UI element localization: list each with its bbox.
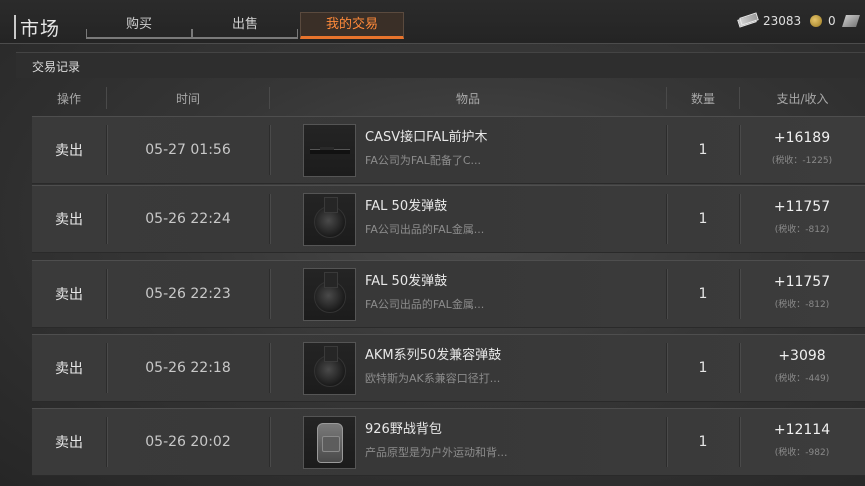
drum-magazine-icon [303,342,356,395]
table-row[interactable]: 卖出 05-26 20:02 926野战背包 产品原型是为户外运动和背... 1… [32,408,865,476]
income-amount: +11757 [773,199,831,215]
tab-my-trades[interactable]: 我的交易 [300,12,404,39]
item-description: 欧特斯为AK系兼容口径打... [365,372,501,385]
tab-sell-label: 出售 [231,17,258,32]
row-time: 05-26 20:02 [107,409,269,475]
item-description: FA公司出品的FAL金属... [365,298,485,311]
row-divider [269,194,270,244]
trade-time: 05-26 20:02 [145,434,231,450]
add-currency-icon[interactable] [841,15,860,27]
trade-time: 05-26 22:18 [145,360,231,376]
backpack-icon [303,416,356,469]
coin-balance: 0 [810,12,860,30]
item-description: FA公司出品的FAL金属... [365,223,485,236]
row-quantity: 1 [667,335,739,401]
coin-icon [810,15,822,27]
column-item: 物品 [455,92,480,106]
tax-amount: (税收：-812) [774,225,830,235]
tab-my-trades-label: 我的交易 [325,17,378,32]
row-divider [269,417,270,467]
operation-label: 卖出 [55,212,83,228]
row-quantity: 1 [667,117,739,183]
page-title: 市场 [20,18,61,40]
operation-label: 卖出 [55,287,83,303]
quantity-value: 1 [698,360,708,376]
trade-time: 05-26 22:24 [145,211,231,227]
item-name: FAL 50发弹鼓 [365,199,448,214]
quantity-value: 1 [698,434,708,450]
tax-amount: (税收：-449) [774,374,830,384]
quantity-value: 1 [698,286,708,302]
drum-magazine-icon [303,193,356,246]
row-quantity: 1 [667,186,739,252]
table-row[interactable]: 卖出 05-27 01:56 CASV接口FAL前护木 FA公司为FAL配备了C… [32,116,865,184]
column-headers: 操作 时间 物品 数量 支出/收入 [32,84,865,112]
coin-amount: 0 [828,14,836,28]
table-row[interactable]: 卖出 05-26 22:18 AKM系列50发兼容弹鼓 欧特斯为AK系兼容口径打… [32,334,865,402]
table-row[interactable]: 卖出 05-26 22:24 FAL 50发弹鼓 FA公司出品的FAL金属...… [32,185,865,253]
row-time: 05-26 22:24 [107,186,269,252]
item-name: FAL 50发弹鼓 [365,274,448,289]
table-row[interactable]: 卖出 05-26 22:23 FAL 50发弹鼓 FA公司出品的FAL金属...… [32,260,865,328]
column-quantity: 数量 [690,92,715,106]
row-quantity: 1 [667,409,739,475]
income-amount: +12114 [773,422,831,438]
trade-time: 05-26 22:23 [145,286,231,302]
item-description: FA公司为FAL配备了C... [365,154,481,167]
tab-buy-label: 购买 [125,17,152,32]
row-operation: 卖出 [32,409,106,475]
item-name: 926野战背包 [365,422,442,437]
row-time: 05-26 22:18 [107,335,269,401]
handguard-icon [303,124,356,177]
income-amount: +3098 [778,348,826,364]
row-operation: 卖出 [32,335,106,401]
quantity-value: 1 [698,211,708,227]
operation-label: 卖出 [55,143,83,159]
bills-icon [737,12,759,28]
quantity-value: 1 [698,142,708,158]
row-quantity: 1 [667,261,739,327]
trade-time: 05-27 01:56 [145,142,231,158]
row-operation: 卖出 [32,186,106,252]
section-title: 交易记录 [32,60,81,74]
column-time: 时间 [175,92,200,106]
tab-sell[interactable]: 出售 [192,12,298,39]
item-name: AKM系列50发兼容弹鼓 [365,348,502,363]
row-time: 05-26 22:23 [107,261,269,327]
row-operation: 卖出 [32,261,106,327]
bills-balance: 23083 [737,12,802,30]
row-divider [269,343,270,393]
income-amount: +16189 [773,130,831,146]
drum-magazine-icon [303,268,356,321]
top-bar: 市场 购买 出售 我的交易 23083 0 [0,0,865,44]
row-operation: 卖出 [32,117,106,183]
tax-amount: (税收：-812) [774,300,830,310]
row-divider [269,125,270,175]
row-time: 05-27 01:56 [107,117,269,183]
column-amount: 支出/收入 [776,92,829,106]
operation-label: 卖出 [55,361,83,377]
income-amount: +11757 [773,274,831,290]
column-operation: 操作 [56,92,81,106]
tax-amount: (税收：-982) [774,448,830,458]
item-name: CASV接口FAL前护木 [365,130,488,145]
tab-buy[interactable]: 购买 [86,12,192,39]
item-description: 产品原型是为户外运动和背... [365,446,508,459]
title-accent-bar [14,15,16,39]
tax-amount: (税收：-1225) [771,156,833,166]
row-divider [269,269,270,319]
bills-amount: 23083 [763,14,802,28]
section-header: 交易记录 [16,52,865,78]
operation-label: 卖出 [55,435,83,451]
